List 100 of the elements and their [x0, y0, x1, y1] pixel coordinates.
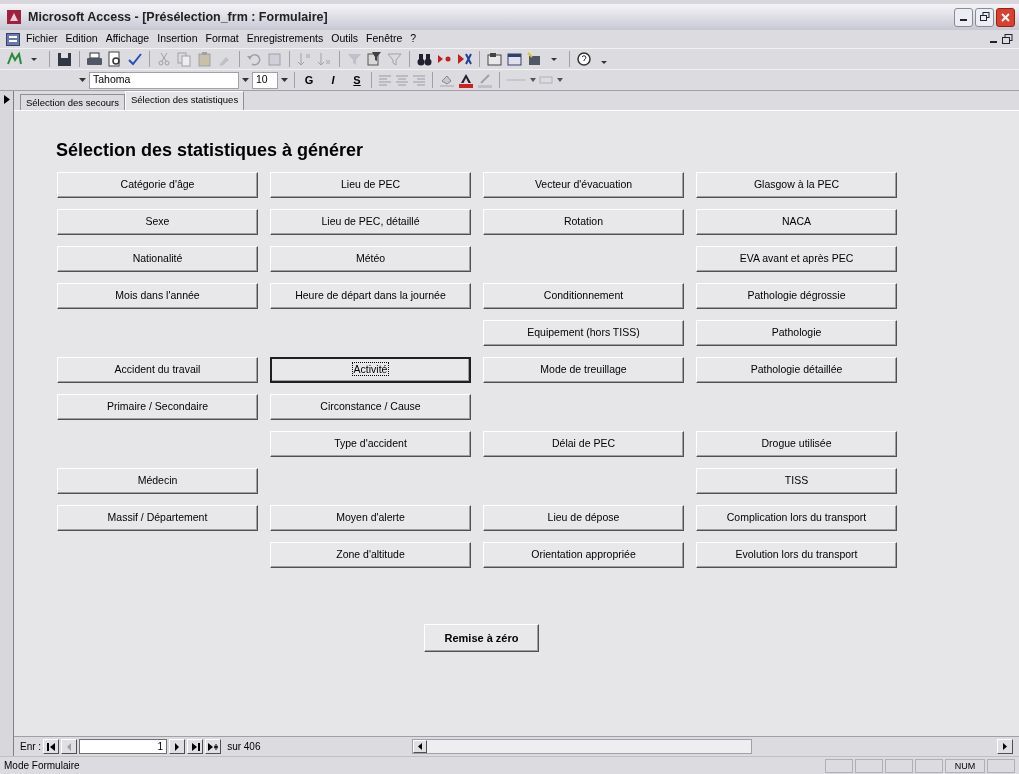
form-heading: Sélection des statistiques à générer	[56, 139, 365, 162]
dropdown-arrow-icon[interactable]	[79, 77, 86, 83]
italic-button[interactable]: I	[325, 71, 341, 89]
menu-item[interactable]: Fichier	[22, 31, 62, 47]
fill-color-icon[interactable]	[439, 73, 455, 87]
database-window-icon[interactable]	[506, 51, 523, 67]
statistic-button[interactable]: Météo	[270, 246, 471, 272]
statistic-button[interactable]: Equipement (hors TISS)	[483, 320, 684, 346]
restore-button[interactable]	[1002, 33, 1013, 45]
binoculars-icon[interactable]	[416, 51, 433, 67]
statistic-button[interactable]: Pathologie détaillée	[696, 357, 897, 383]
statistic-button[interactable]: TISS	[696, 468, 897, 494]
spelling-icon[interactable]	[126, 51, 143, 67]
statistic-button[interactable]: Pathologie dégrossie	[696, 283, 897, 309]
num-lock-indicator: NUM	[945, 758, 985, 773]
statistic-button[interactable]: Conditionnement	[483, 283, 684, 309]
statistic-button[interactable]: Vecteur d'évacuation	[483, 172, 684, 198]
statistic-button[interactable]: Type d'accident	[270, 431, 471, 457]
filter-form-icon[interactable]	[366, 51, 383, 67]
statistic-button[interactable]: Rotation	[483, 209, 684, 235]
right-arrow-icon	[1002, 743, 1008, 750]
statistic-button[interactable]: Mois dans l'année	[57, 283, 258, 309]
menu-item[interactable]: Edition	[61, 31, 102, 47]
statistic-button[interactable]: Délai de PEC	[483, 431, 684, 457]
statistic-button[interactable]: Moyen d'alerte	[270, 505, 471, 531]
underline-button[interactable]: S	[349, 71, 365, 89]
statistic-button[interactable]: Massif / Département	[57, 505, 258, 531]
scroll-left-button[interactable]	[413, 740, 428, 753]
printer-icon[interactable]	[86, 51, 103, 67]
tab[interactable]: Sélection des secours	[20, 94, 125, 110]
menu-item[interactable]: Fenêtre	[362, 31, 407, 47]
next-record-icon	[174, 742, 181, 751]
close-button[interactable]	[996, 7, 1015, 27]
statistic-button[interactable]: Activité	[270, 357, 471, 383]
app-icon	[6, 9, 22, 25]
previous-record-icon	[66, 742, 73, 751]
reset-button[interactable]: Remise à zéro	[424, 624, 539, 652]
delete-record-icon[interactable]	[456, 51, 473, 67]
statistic-button[interactable]: Nationalité	[57, 246, 258, 272]
minimize-button[interactable]	[954, 7, 973, 27]
statistic-button[interactable]: Zone d'altitude	[270, 542, 471, 568]
dropdown-arrow-icon[interactable]	[281, 77, 288, 83]
record-label: Enr :	[20, 740, 42, 754]
dropdown-arrow-icon[interactable]	[242, 77, 249, 83]
properties-icon[interactable]	[486, 51, 503, 67]
status-panel	[987, 758, 1015, 773]
statistic-button[interactable]: Mode de treuillage	[483, 357, 684, 383]
new-object-icon[interactable]	[526, 51, 543, 67]
minimize-icon	[960, 19, 967, 21]
statistic-button[interactable]: Médecin	[57, 468, 258, 494]
menu-item[interactable]: Format	[201, 31, 243, 47]
statistic-button[interactable]: Sexe	[57, 209, 258, 235]
menu-item[interactable]: Outils	[327, 31, 363, 47]
statistic-button[interactable]: Glasgow à la PEC	[696, 172, 897, 198]
new-record-button[interactable]	[205, 739, 222, 754]
last-record-button[interactable]	[187, 739, 204, 754]
font-size-field[interactable]: 10	[252, 71, 278, 89]
restore-button[interactable]	[975, 7, 994, 27]
status-panel	[855, 758, 883, 773]
record-number-field[interactable]: 1	[79, 739, 168, 754]
line-color-icon[interactable]	[477, 72, 493, 88]
menu-item[interactable]: Insertion	[153, 31, 202, 47]
statistic-button[interactable]: NACA	[696, 209, 897, 235]
font-color-icon[interactable]	[458, 72, 474, 88]
statistic-button[interactable]: Evolution lors du transport	[696, 542, 897, 568]
statistic-button[interactable]: Lieu de PEC	[270, 172, 471, 198]
statistic-button[interactable]: Pathologie	[696, 320, 897, 346]
statistic-button[interactable]: Circonstance / Cause	[270, 394, 471, 420]
print-preview-icon[interactable]	[106, 51, 123, 67]
record-selector-icon[interactable]	[3, 95, 10, 104]
status-panel	[915, 758, 943, 773]
menu-item[interactable]: Enregistrements	[242, 31, 328, 47]
tab[interactable]: Sélection des statistiques	[124, 91, 245, 110]
statistic-button[interactable]: Lieu de PEC, détaillé	[270, 209, 471, 235]
restore-icon	[979, 12, 990, 22]
help-icon[interactable]	[576, 51, 593, 67]
close-icon	[1001, 12, 1010, 22]
scroll-right-button[interactable]	[997, 739, 1013, 754]
clipboard-icon[interactable]	[196, 51, 213, 67]
first-record-icon	[46, 742, 56, 751]
statistic-button[interactable]: Lieu de dépose	[483, 505, 684, 531]
statistic-button[interactable]: Drogue utilisée	[696, 431, 897, 457]
menu-item[interactable]: Affichage	[101, 31, 154, 47]
horizontal-scrollbar[interactable]	[412, 739, 753, 754]
form-icon[interactable]	[6, 32, 20, 46]
statistic-button[interactable]: Primaire / Secondaire	[57, 394, 258, 420]
statistic-button[interactable]: Heure de départ dans la journée	[270, 283, 471, 309]
next-record-button[interactable]	[169, 739, 186, 754]
first-record-button[interactable]	[43, 739, 60, 754]
view-icon[interactable]	[6, 51, 23, 67]
statistic-button[interactable]: Orientation appropriée	[483, 542, 684, 568]
menu-item[interactable]: ?	[406, 31, 421, 47]
statistic-button[interactable]: EVA avant et après PEC	[696, 246, 897, 272]
previous-record-button[interactable]	[61, 739, 78, 754]
statistic-button[interactable]: Accident du travail	[57, 357, 258, 383]
bold-button[interactable]: G	[301, 71, 317, 89]
statistic-button[interactable]: Complication lors du transport	[696, 505, 897, 531]
record-count: sur 406	[227, 740, 261, 754]
font-name-field[interactable]: Tahoma	[89, 71, 239, 89]
statistic-button[interactable]: Catégorie d'âge	[57, 172, 258, 198]
